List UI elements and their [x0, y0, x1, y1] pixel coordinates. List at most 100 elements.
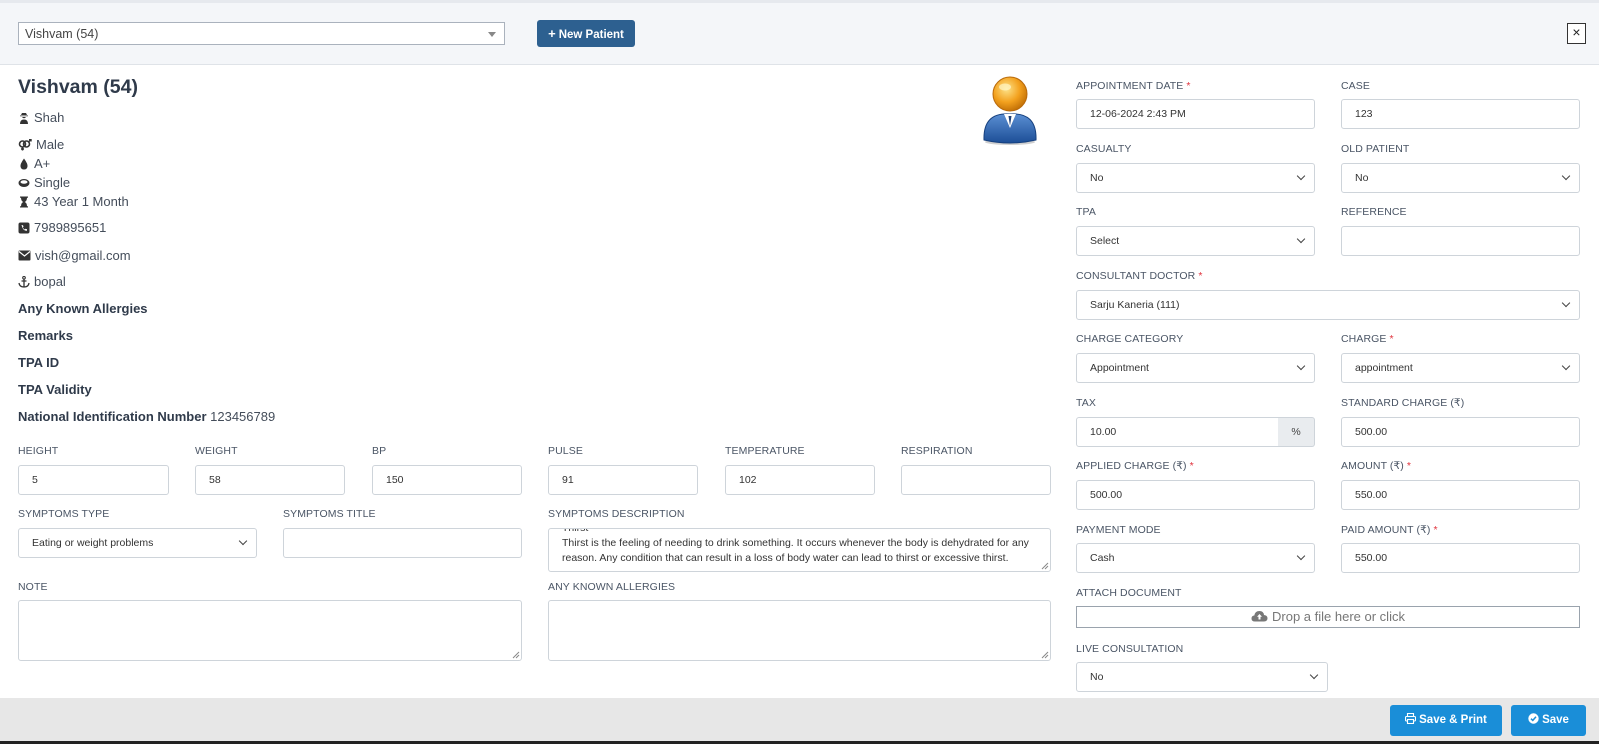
payment-mode-label: PAYMENT MODE — [1076, 524, 1161, 536]
charge-label: CHARGE * — [1341, 333, 1394, 345]
consultant-doctor-label: CONSULTANT DOCTOR * — [1076, 270, 1203, 282]
charge-category-select[interactable]: Appointment — [1076, 353, 1315, 383]
avatar-icon — [983, 76, 1037, 145]
phone-value: 7989895651 — [34, 220, 107, 235]
blood-group-line: A+ — [18, 156, 50, 171]
guardian-line: Shah — [18, 110, 64, 125]
symptoms-type-value: Eating or weight problems — [32, 537, 154, 549]
tax-label: TAX — [1076, 397, 1096, 409]
new-patient-button[interactable]: + New Patient — [537, 20, 635, 47]
live-consultation-value: No — [1090, 671, 1104, 683]
resize-grip-icon[interactable] — [1040, 561, 1049, 570]
new-patient-label: New Patient — [558, 29, 624, 41]
bp-label: BP — [372, 445, 387, 457]
print-icon — [1405, 712, 1417, 725]
old-patient-select[interactable]: No — [1341, 163, 1580, 193]
tax-input[interactable]: 10.00 — [1076, 417, 1279, 447]
symptoms-description-text: Thirst Thirst is the feeling of needing … — [562, 528, 1029, 564]
plus-icon: + — [548, 26, 556, 41]
paid-amount-input[interactable]: 550.00 — [1341, 543, 1580, 573]
respiration-input[interactable] — [901, 465, 1051, 495]
reference-input[interactable] — [1341, 226, 1580, 256]
height-input[interactable]: 5 — [18, 465, 169, 495]
marital-line: Single — [18, 175, 70, 190]
applied-charge-label: APPLIED CHARGE (₹) * — [1076, 460, 1194, 472]
user-secret-icon — [20, 112, 28, 124]
known-allergies-textarea[interactable] — [548, 600, 1051, 661]
hourglass-icon — [20, 196, 28, 207]
casualty-value: No — [1090, 172, 1104, 184]
appointment-date-input[interactable]: 12-06-2024 2:43 PM — [1076, 99, 1315, 129]
tax-percent-addon: % — [1278, 417, 1315, 447]
note-label: NOTE — [18, 581, 48, 593]
check-circle-icon — [1528, 713, 1539, 724]
payment-mode-select[interactable]: Cash — [1076, 543, 1315, 573]
weight-input[interactable]: 58 — [195, 465, 345, 495]
resize-grip-icon[interactable] — [1040, 650, 1049, 659]
nin-label: National Identification Number — [18, 409, 207, 424]
live-consultation-select[interactable]: No — [1076, 662, 1328, 692]
chevron-down-icon — [1296, 551, 1306, 561]
email-value: vish@gmail.com — [35, 248, 131, 263]
age-line: 43 Year 1 Month — [18, 194, 129, 209]
bp-input[interactable]: 150 — [372, 465, 522, 495]
patient-name: Vishvam (54) — [18, 76, 138, 98]
attach-document-label: ATTACH DOCUMENT — [1076, 587, 1182, 599]
old-patient-label: OLD PATIENT — [1341, 143, 1410, 155]
caret-down-icon — [488, 32, 496, 37]
remarks-heading: Remarks — [18, 328, 73, 343]
close-button[interactable]: × — [1567, 23, 1586, 44]
modal-footer — [0, 698, 1599, 744]
symptoms-title-label: SYMPTOMS TITLE — [283, 508, 376, 520]
save-print-button[interactable]: Save & Print — [1390, 705, 1502, 736]
chevron-down-icon — [1296, 361, 1306, 371]
tpa-select[interactable]: Select — [1076, 226, 1315, 256]
weight-label: WEIGHT — [195, 445, 238, 457]
patient-select[interactable]: Vishvam (54) — [18, 22, 505, 45]
applied-charge-input[interactable]: 500.00 — [1076, 480, 1315, 510]
gender-line: Male — [18, 137, 64, 152]
case-input[interactable]: 123 — [1341, 99, 1580, 129]
guardian-name: Shah — [34, 110, 65, 125]
phone-line: 7989895651 — [18, 220, 106, 235]
consultant-doctor-value: Sarju Kaneria (111) — [1090, 299, 1180, 311]
age-value: 43 Year 1 Month — [34, 194, 129, 209]
pulse-input[interactable]: 91 — [548, 465, 698, 495]
pulse-label: PULSE — [548, 445, 583, 457]
chevron-down-icon — [1561, 298, 1571, 308]
chevron-down-icon — [1561, 171, 1571, 181]
venus-mars-icon — [18, 138, 32, 150]
ring-icon — [18, 178, 30, 187]
consultant-doctor-select[interactable]: Sarju Kaneria (111) — [1076, 290, 1580, 320]
symptoms-description-textarea[interactable]: Thirst Thirst is the feeling of needing … — [548, 528, 1051, 572]
amount-input[interactable]: 550.00 — [1341, 480, 1580, 510]
email-line: vish@gmail.com — [18, 248, 131, 263]
known-allergies-label: ANY KNOWN ALLERGIES — [548, 581, 676, 593]
symptoms-title-input[interactable] — [283, 528, 522, 558]
charge-select[interactable]: appointment — [1341, 353, 1580, 383]
chevron-down-icon — [1561, 361, 1571, 371]
file-dropzone[interactable]: Drop a file here or click — [1076, 606, 1580, 628]
symptoms-type-select[interactable]: Eating or weight problems — [18, 528, 257, 558]
charge-category-value: Appointment — [1090, 362, 1149, 374]
symptoms-description-label: SYMPTOMS DESCRIPTION — [548, 508, 685, 520]
tpa-value: Select — [1090, 235, 1120, 247]
phone-icon — [18, 222, 30, 233]
temperature-input[interactable]: 102 — [725, 465, 875, 495]
chevron-down-icon — [1309, 670, 1319, 680]
chevron-down-icon — [1296, 234, 1306, 244]
dropzone-text: Drop a file here or click — [1272, 609, 1405, 624]
address-line: bopal — [18, 274, 66, 289]
resize-grip-icon[interactable] — [511, 650, 520, 659]
charge-category-label: CHARGE CATEGORY — [1076, 333, 1184, 345]
save-button[interactable]: Save — [1511, 705, 1586, 736]
standard-charge-input[interactable]: 500.00 — [1341, 417, 1580, 447]
cloud-upload-icon — [1251, 611, 1268, 622]
casualty-select[interactable]: No — [1076, 163, 1315, 193]
chevron-down-icon — [1296, 171, 1306, 181]
nin-value: 123456789 — [210, 409, 276, 424]
note-textarea[interactable] — [18, 600, 522, 661]
allergies-heading: Any Known Allergies — [18, 301, 148, 316]
anchor-icon — [18, 275, 30, 288]
save-label: Save — [1542, 714, 1569, 726]
